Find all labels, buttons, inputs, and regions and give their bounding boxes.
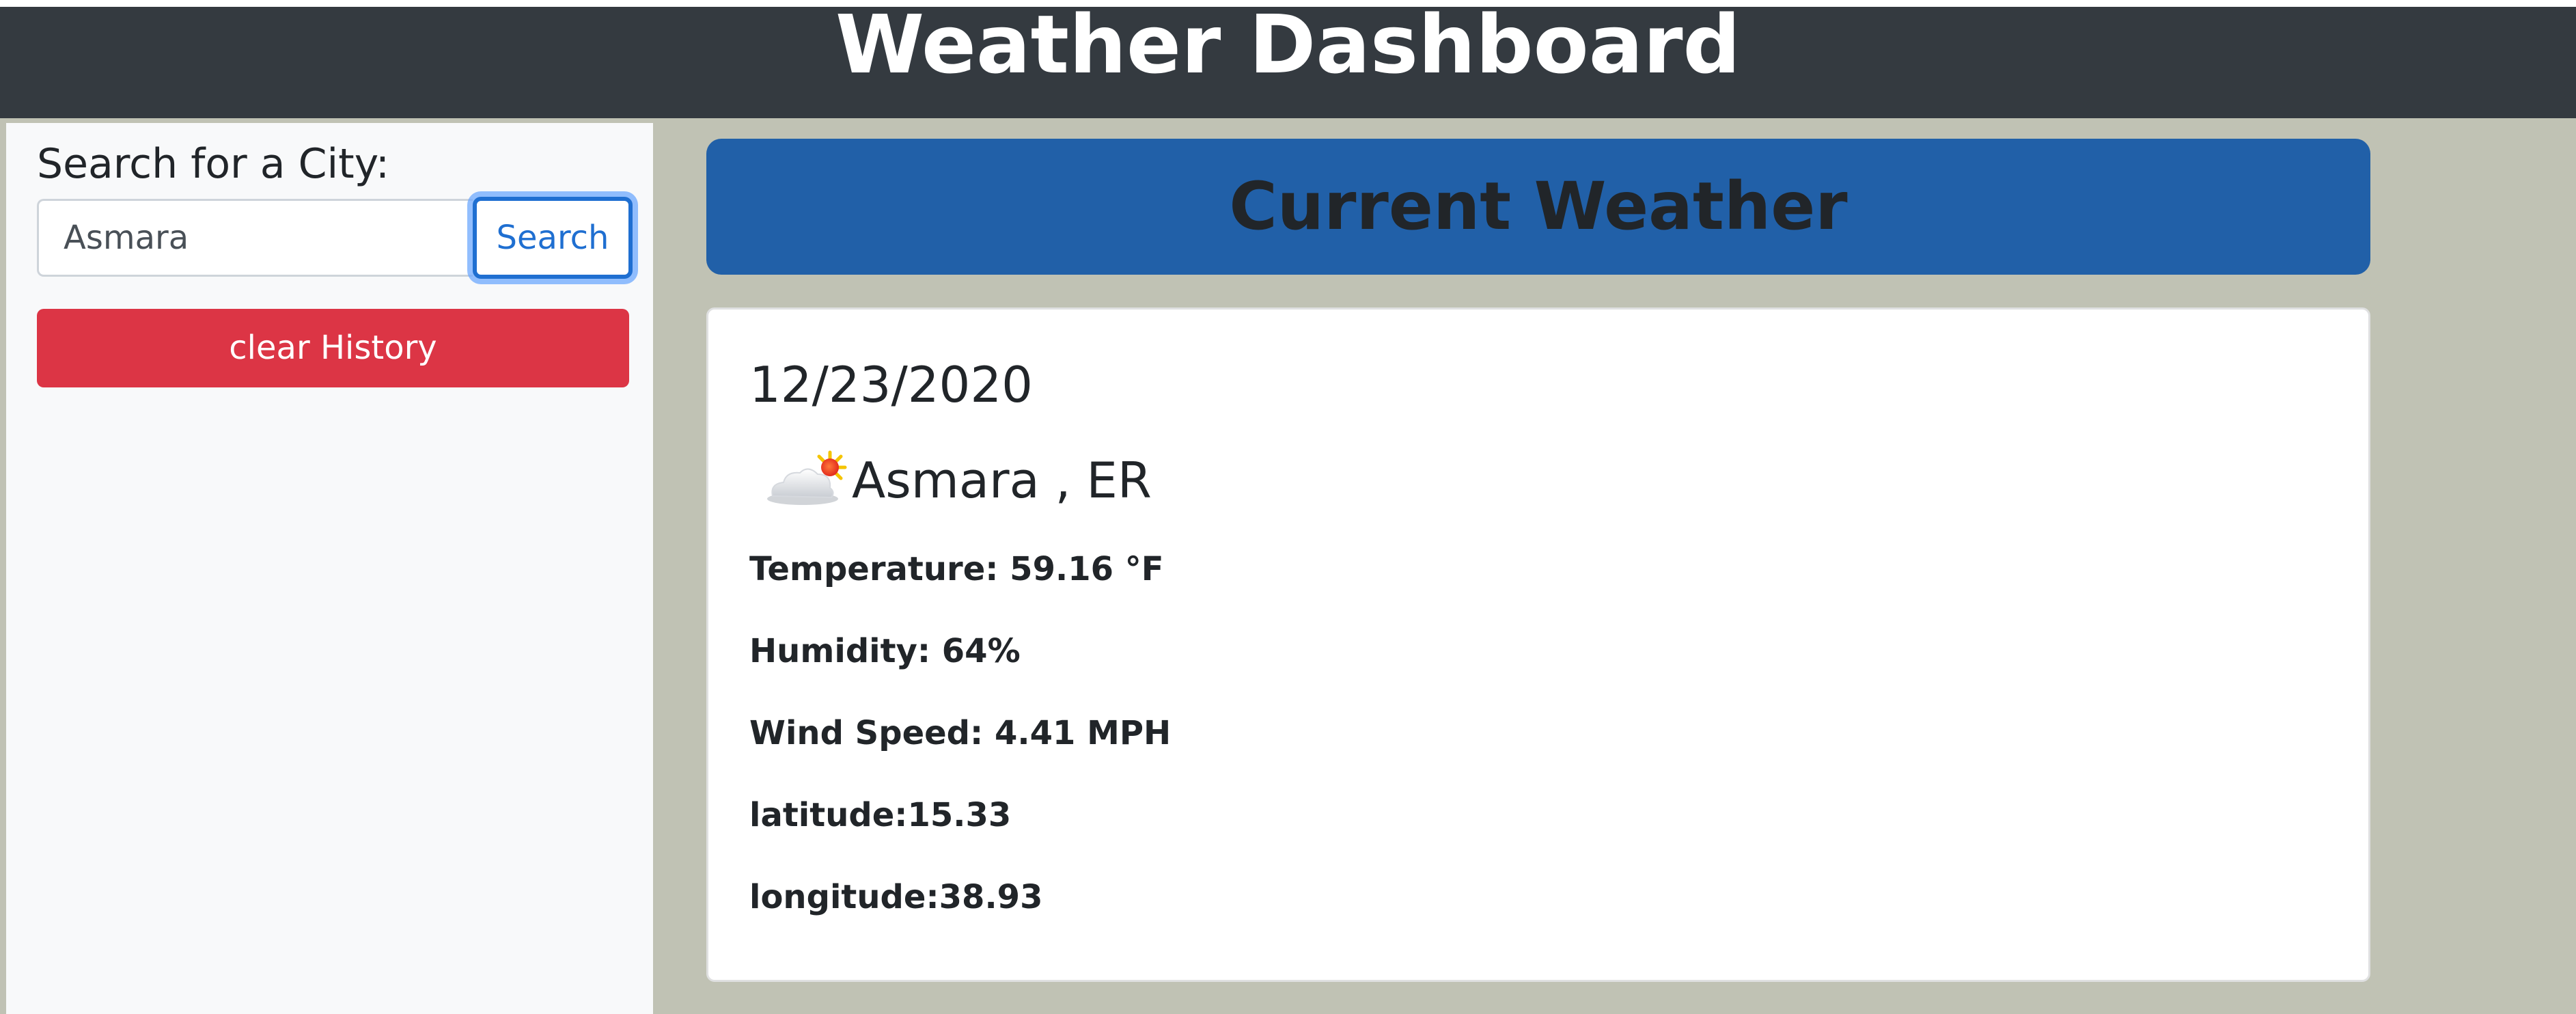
city-search-input[interactable]	[37, 199, 473, 277]
humidity-stat: Humidity: 64%	[749, 632, 1021, 670]
city-name: Asmara , ER	[852, 452, 1152, 509]
top-strip	[0, 0, 2576, 7]
left-edge	[0, 118, 6, 1014]
current-weather-banner: Current Weather	[706, 139, 2370, 275]
search-button[interactable]: Search	[473, 197, 633, 279]
weather-date: 12/23/2020	[749, 356, 1033, 413]
wind-speed-stat: Wind Speed: 4.41 MPH	[749, 714, 1172, 752]
search-label: Search for a City:	[37, 140, 390, 188]
page-header: Weather Dashboard	[0, 7, 2576, 118]
latitude-stat: latitude:15.33	[749, 796, 1012, 834]
current-weather-title: Current Weather	[1229, 168, 1848, 245]
partly-cloudy-sun-icon	[767, 450, 847, 505]
clear-history-button[interactable]: clear History	[37, 309, 629, 387]
main-content: Current Weather 12/23/2020 Asmara , ER T…	[653, 118, 2576, 1014]
longitude-stat: longitude:38.93	[749, 878, 1043, 916]
sidebar: Search for a City: Search clear History	[6, 123, 653, 1014]
weather-card: 12/23/2020 Asmara , ER Temperature: 59.1…	[706, 307, 2370, 982]
page-title: Weather Dashboard	[835, 7, 1741, 92]
temperature-stat: Temperature: 59.16 °F	[749, 550, 1164, 588]
